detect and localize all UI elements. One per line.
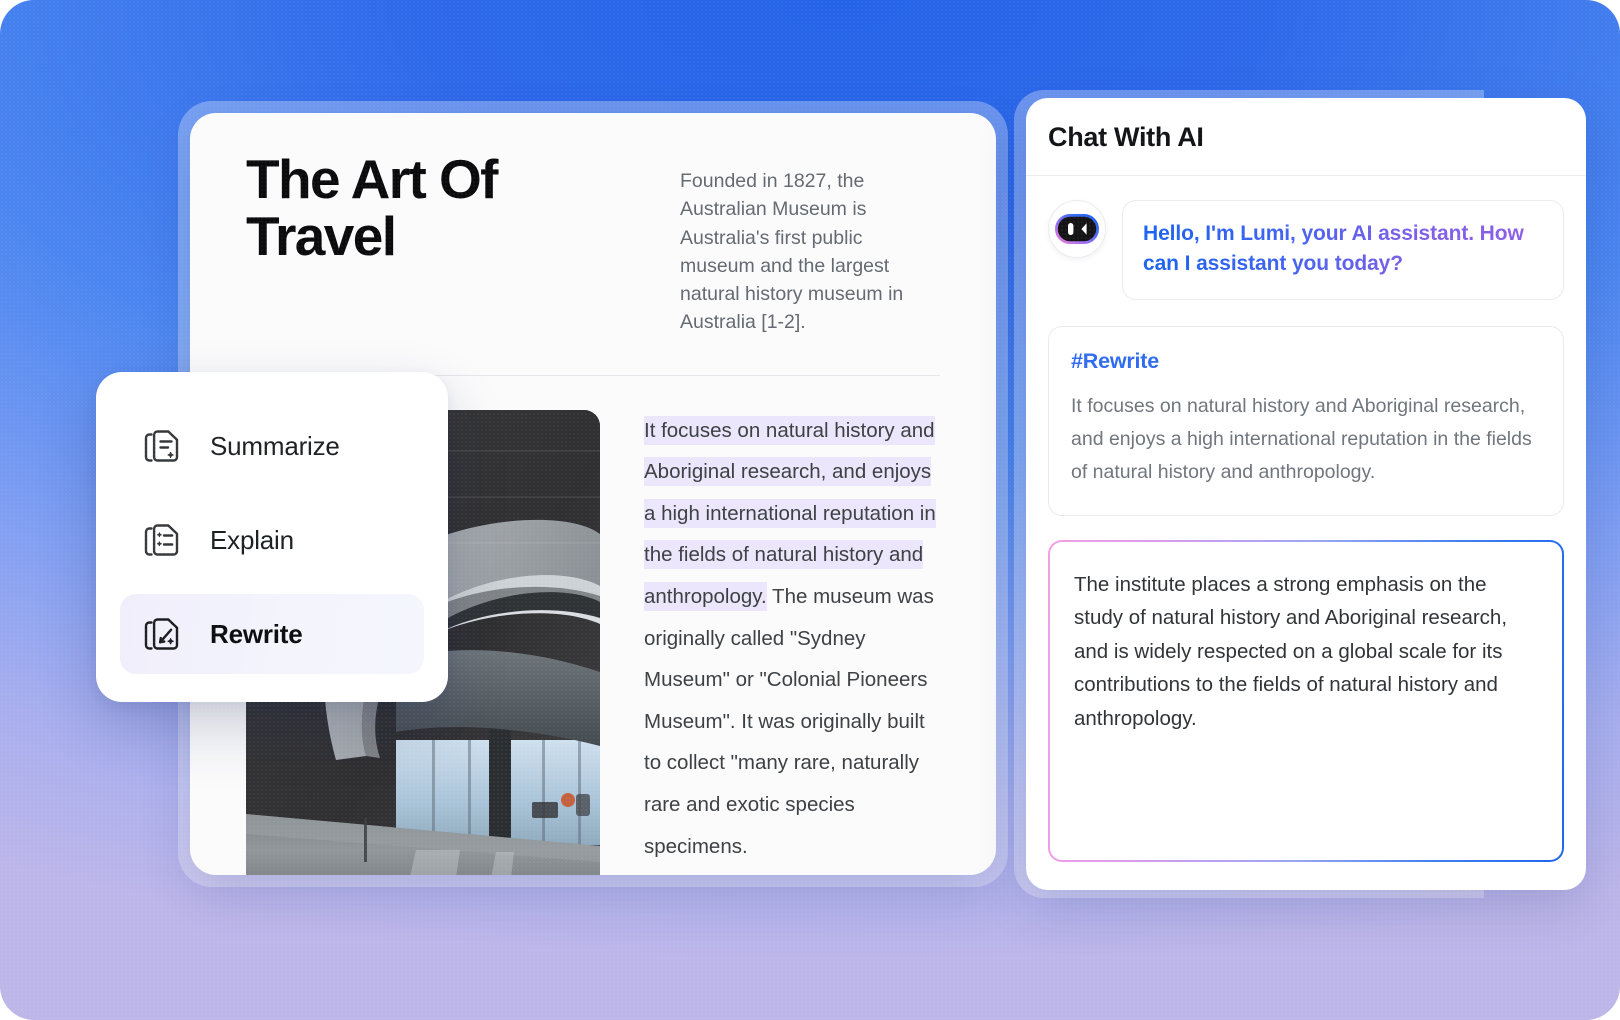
menu-item-label: Rewrite	[210, 618, 303, 649]
menu-item-label: Explain	[210, 524, 294, 555]
document-body-text: It focuses on natural history and Aborig…	[644, 410, 940, 868]
assistant-message-row: Hello, I'm Lumi, your AI assistant. How …	[1048, 200, 1564, 300]
menu-item-summarize[interactable]: Summarize	[120, 406, 424, 486]
highlighted-selection: It focuses on natural history and Aborig…	[644, 415, 936, 612]
document-bullet-list-icon	[138, 516, 186, 564]
rewrite-source-text: It focuses on natural history and Aborig…	[1071, 394, 1532, 483]
app-background: The Art Of Travel Founded in 1827, the A…	[0, 0, 1620, 1020]
menu-item-explain[interactable]: Explain	[120, 500, 424, 580]
document-pencil-sparkle-icon	[138, 610, 186, 658]
menu-item-rewrite[interactable]: Rewrite	[120, 594, 424, 674]
rewrite-result-text: The institute places a strong emphasis o…	[1074, 573, 1508, 730]
document-lines-sparkle-icon	[138, 422, 186, 470]
document-intro-text: Founded in 1827, the Australian Museum i…	[680, 170, 904, 334]
assistant-greeting-text: Hello, I'm Lumi, your AI assistant. How …	[1143, 219, 1543, 279]
chat-panel-title: Chat With AI	[1048, 122, 1204, 152]
menu-item-label: Summarize	[210, 430, 340, 461]
document-header: The Art Of Travel Founded in 1827, the A…	[246, 148, 940, 337]
chat-panel: Chat With AI Hello, I'm Lumi, your AI as…	[1026, 98, 1586, 890]
lumi-assistant-avatar-icon	[1055, 214, 1099, 244]
avatar	[1048, 200, 1106, 258]
page-title: The Art Of Travel	[246, 148, 498, 268]
ai-actions-menu: Summarize Explain Rewrite	[96, 372, 448, 702]
assistant-greeting-bubble: Hello, I'm Lumi, your AI assistant. How …	[1122, 200, 1564, 300]
rewrite-result-card[interactable]: The institute places a strong emphasis o…	[1048, 540, 1564, 863]
rewrite-source-card: #Rewrite It focuses on natural history a…	[1048, 325, 1564, 517]
rewrite-tag: #Rewrite	[1071, 348, 1160, 373]
document-body-rest: The museum was originally called "Sydney…	[644, 585, 934, 858]
